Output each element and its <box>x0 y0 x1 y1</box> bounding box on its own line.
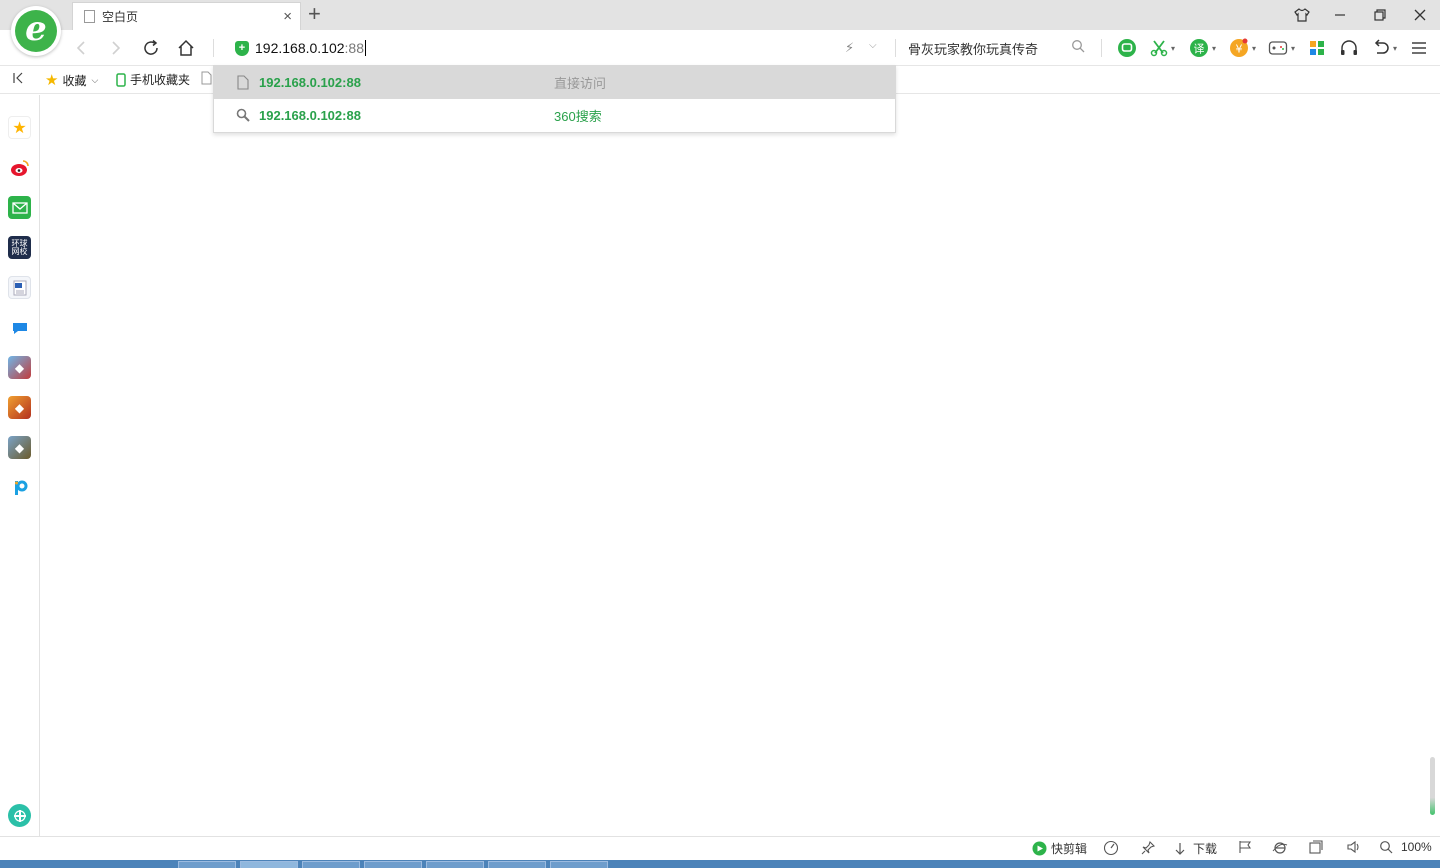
tab-title: 空白页 <box>102 10 139 24</box>
pp-assistant-icon[interactable] <box>8 476 31 499</box>
shopping-coupon-icon[interactable]: ¥ ▾ <box>1229 37 1256 59</box>
speed-dial-icon[interactable] <box>1103 840 1119 856</box>
game-app-1-icon[interactable]: ◆ <box>8 356 31 379</box>
favorites-label: 收藏 <box>62 73 87 88</box>
weibo-icon[interactable] <box>8 156 31 179</box>
pin-icon[interactable] <box>1140 840 1156 856</box>
page-icon <box>237 75 249 90</box>
wechat-icon[interactable] <box>1117 37 1137 59</box>
star-icon: ★ <box>45 72 59 89</box>
download-button[interactable]: 下载 <box>1173 840 1217 857</box>
address-bar[interactable]: + 192.168.0.102:88 <box>224 34 894 62</box>
sidebar: ★ 环球 网校 ◆ ◆ ◆ <box>0 95 40 836</box>
flag-icon[interactable] <box>1238 840 1252 854</box>
play-icon <box>1032 841 1047 856</box>
download-label: 下载 <box>1193 842 1218 856</box>
suggestion-360-search[interactable]: 192.168.0.102:88 360搜索 <box>214 99 895 132</box>
svg-text:译: 译 <box>1194 43 1205 56</box>
headphones-icon[interactable] <box>1339 37 1359 59</box>
close-window-button[interactable] <box>1400 0 1440 30</box>
suggestion-url: 192.168.0.102:88 <box>259 108 361 123</box>
address-host: 192.168.0.102 <box>255 40 345 56</box>
main-menu-icon[interactable] <box>1411 37 1427 59</box>
quick-clip-button[interactable]: 快剪辑 <box>1032 840 1087 857</box>
tab-close-button[interactable]: × <box>283 8 292 25</box>
favorites-star-icon[interactable]: ★ <box>8 116 31 139</box>
download-icon <box>1175 842 1185 855</box>
mobile-favorites-link[interactable]: 手机收藏夹 <box>116 71 190 88</box>
taskbar-item[interactable] <box>488 861 546 868</box>
address-suggestions-dropdown: 192.168.0.102:88 直接访问 192.168.0.102:88 3… <box>213 65 896 133</box>
window-layout-icon[interactable] <box>1309 840 1323 854</box>
undo-close-icon[interactable]: ▾ <box>1372 37 1397 59</box>
text-caret <box>365 40 366 56</box>
navigation-bar: + 192.168.0.102:88 ⚡ ⌵ 骨灰玩家教你玩真传奇 ▾ 译 ▾ … <box>0 30 1440 66</box>
minimize-button[interactable] <box>1320 0 1360 30</box>
toggle-sidebar-button[interactable] <box>12 71 26 85</box>
apps-grid-icon[interactable] <box>1309 37 1325 59</box>
game-controller-icon[interactable]: ▾ <box>1268 37 1295 59</box>
chevron-down-icon: ⌵ <box>91 74 99 85</box>
suggestion-url: 192.168.0.102:88 <box>259 75 361 90</box>
search-query: 骨灰玩家教你玩真传奇 <box>908 41 1039 57</box>
speed-mode-icon[interactable]: ⚡ <box>845 40 854 56</box>
os-taskbar <box>0 860 1440 868</box>
mobile-favorites-label: 手机收藏夹 <box>130 73 191 87</box>
tab-blank-page[interactable]: 空白页 × <box>72 2 301 30</box>
taskbar-item[interactable] <box>302 861 360 868</box>
taskbar-item[interactable] <box>364 861 422 868</box>
screenshot-scissors-icon[interactable]: ▾ <box>1150 37 1175 59</box>
zoom-level: 100% <box>1401 840 1432 854</box>
new-tab-button[interactable]: + <box>308 3 321 25</box>
forward-button[interactable] <box>103 36 129 60</box>
word-doc-icon[interactable] <box>8 276 31 299</box>
page-content[interactable] <box>41 95 1440 836</box>
chat-icon[interactable] <box>8 316 31 339</box>
suggestion-action: 直接访问 <box>554 76 607 91</box>
phone-icon <box>116 72 126 87</box>
taskbar-item[interactable] <box>178 861 236 868</box>
home-button[interactable] <box>173 36 199 60</box>
suggestion-direct-visit[interactable]: 192.168.0.102:88 直接访问 <box>214 66 895 99</box>
quick-clip-label: 快剪辑 <box>1051 842 1088 856</box>
back-button[interactable] <box>68 36 94 60</box>
security-shield-icon[interactable]: + <box>235 40 249 56</box>
search-icon[interactable] <box>1071 39 1085 53</box>
search-input[interactable]: 骨灰玩家教你玩真传奇 <box>908 34 1088 62</box>
restore-button[interactable] <box>1360 0 1400 30</box>
tab-strip: e 空白页 × + <box>0 0 1440 56</box>
page-icon <box>84 10 95 23</box>
mail-icon[interactable] <box>8 196 31 219</box>
translate-icon[interactable]: 译 ▾ <box>1189 37 1216 59</box>
chevron-down-icon[interactable]: ⌵ <box>869 40 877 51</box>
global-news-icon[interactable]: 环球 网校 <box>8 236 31 259</box>
zoom-icon <box>1380 841 1393 854</box>
game-app-2-icon[interactable]: ◆ <box>8 396 31 419</box>
taskbar-item[interactable] <box>426 861 484 868</box>
browser-logo-icon[interactable]: e <box>11 6 61 56</box>
bookmark-page-icon[interactable] <box>201 71 212 85</box>
favorites-menu[interactable]: ★ 收藏 ⌵ <box>45 71 98 89</box>
volume-icon[interactable] <box>1346 840 1362 854</box>
ie-compat-icon[interactable] <box>1272 840 1288 856</box>
zoom-control[interactable]: 100% <box>1379 840 1432 854</box>
scroll-indicator[interactable] <box>1430 757 1435 815</box>
taskbar-item[interactable] <box>550 861 608 868</box>
suggestion-action: 360搜索 <box>554 109 602 124</box>
status-bar: 快剪辑 下载 100% <box>0 836 1440 860</box>
svg-text:¥: ¥ <box>1236 43 1243 56</box>
skin-icon[interactable] <box>1282 0 1322 30</box>
refresh-button[interactable] <box>138 36 164 60</box>
taskbar-item-active[interactable] <box>240 861 298 868</box>
logo-letter: e <box>25 9 47 49</box>
add-sidebar-app-icon[interactable] <box>8 804 31 827</box>
address-port: :88 <box>344 40 364 56</box>
search-icon <box>236 108 250 122</box>
game-app-3-icon[interactable]: ◆ <box>8 436 31 459</box>
